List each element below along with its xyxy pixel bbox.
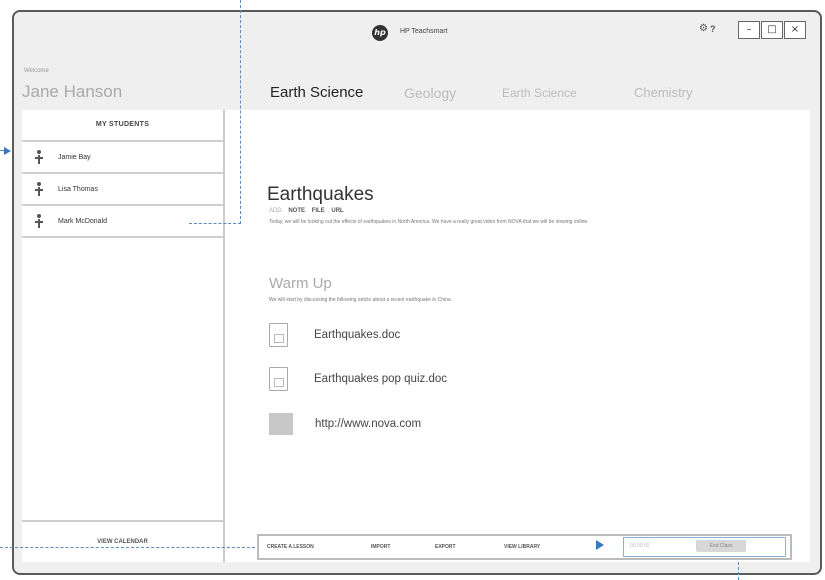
add-label: ADD — [269, 208, 282, 214]
annotation-line — [0, 547, 255, 548]
close-button[interactable]: × — [784, 21, 806, 39]
add-row: ADD NOTE FILE URL — [269, 208, 349, 214]
document-icon — [269, 367, 288, 391]
arrow-right-icon — [4, 147, 11, 155]
app-title: HP Teachsmart — [400, 28, 448, 35]
annotation-line — [189, 223, 241, 224]
lesson-title: Earthquakes — [267, 184, 374, 205]
end-class-button[interactable]: End Class — [696, 540, 746, 552]
class-timer: 00:00:00 — [630, 543, 650, 549]
tab-earth-science[interactable]: Earth Science — [270, 84, 363, 101]
student-name: Mark McDonald — [58, 217, 108, 225]
gear-icon[interactable]: ⚙ — [699, 23, 708, 34]
tab-geology[interactable]: Geology — [404, 85, 456, 101]
maximize-button[interactable]: □ — [761, 21, 783, 39]
add-url-button[interactable]: URL — [331, 208, 343, 214]
document-icon — [269, 323, 288, 347]
lesson-description: Today, we will be looking out the effect… — [269, 219, 589, 225]
my-students-header: MY STUDENTS — [22, 110, 223, 142]
hp-logo-icon: hp — [372, 25, 388, 41]
app-window: hp HP Teachsmart ⚙ ? – □ × Welcome Jane … — [12, 10, 822, 575]
bottom-toolbar: CREATE A LESSON IMPORT EXPORT VIEW LIBRA… — [257, 534, 792, 560]
student-row[interactable]: Mark McDonald — [22, 206, 223, 238]
student-row[interactable]: Jamie Bay — [22, 142, 223, 174]
student-name: Lisa Thomas — [58, 185, 98, 193]
annotation-line — [240, 0, 241, 224]
resource-item[interactable]: Earthquakes pop quiz.doc — [269, 366, 447, 392]
section-description: We will start by discussing the followin… — [269, 297, 453, 303]
export-button[interactable]: EXPORT — [435, 536, 456, 558]
class-timer-panel: 00:00:00 End Class — [623, 537, 786, 557]
view-library-button[interactable]: VIEW LIBRARY — [504, 536, 540, 558]
person-icon — [34, 150, 44, 164]
welcome-label: Welcome — [24, 68, 49, 74]
person-icon — [34, 214, 44, 228]
lesson-panel: Earthquakes ADD NOTE FILE URL Today, we … — [225, 110, 810, 562]
tab-chemistry[interactable]: Chemistry — [634, 85, 693, 100]
create-lesson-button[interactable]: CREATE A LESSON — [267, 536, 314, 558]
help-icon[interactable]: ? — [710, 24, 716, 34]
add-note-button[interactable]: NOTE — [288, 208, 305, 214]
sidebar: MY STUDENTS Jamie Bay Lisa Thomas Mark M… — [22, 110, 225, 562]
title-bar: hp HP Teachsmart ⚙ ? – □ × — [14, 12, 820, 52]
annotation-line — [738, 562, 739, 580]
window-controls: – □ × — [738, 21, 807, 39]
person-icon — [34, 182, 44, 196]
minimize-button[interactable]: – — [738, 21, 760, 39]
import-button[interactable]: IMPORT — [371, 536, 390, 558]
resource-item[interactable]: http://www.nova.com — [269, 411, 421, 437]
resource-item[interactable]: Earthquakes.doc — [269, 322, 400, 348]
resource-label: http://www.nova.com — [315, 418, 422, 430]
resource-label: Earthquakes.doc — [314, 329, 401, 341]
view-calendar-link[interactable]: VIEW CALENDAR — [22, 520, 223, 562]
resource-label: Earthquakes pop quiz.doc — [314, 373, 447, 385]
add-file-button[interactable]: FILE — [312, 208, 325, 214]
student-row[interactable]: Lisa Thomas — [22, 174, 223, 206]
arrow-right-icon — [596, 540, 604, 550]
section-title: Warm Up — [269, 275, 332, 292]
user-name: Jane Hanson — [22, 82, 123, 101]
student-name: Jamie Bay — [58, 153, 91, 161]
link-icon — [269, 413, 293, 435]
tab-earth-science-2[interactable]: Earth Science — [502, 86, 577, 100]
